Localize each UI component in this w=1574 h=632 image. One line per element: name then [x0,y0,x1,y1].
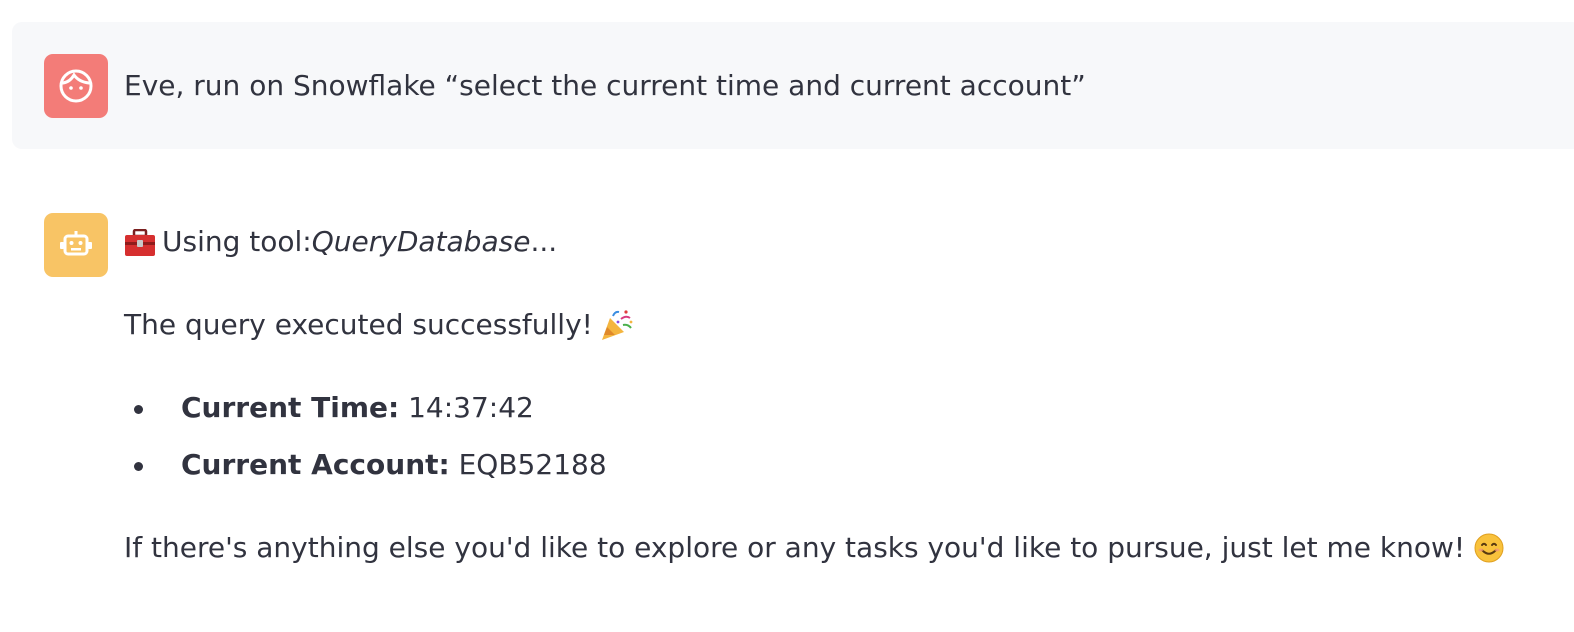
user-avatar [44,54,108,118]
success-message: The query executed successfully! [124,305,635,345]
assistant-avatar [44,213,108,277]
user-message-text: Eve, run on Snowflake “select the curren… [124,69,1086,102]
face-icon [59,69,93,103]
user-message: Eve, run on Snowflake “select the curren… [12,22,1574,149]
toolbox-icon [124,228,156,256]
tool-suffix: ... [530,225,558,258]
bullet-icon [134,462,143,471]
result-value: EQB52188 [449,448,607,481]
smiling-face-icon [1473,532,1505,564]
tool-prefix: Using tool: [162,225,312,258]
result-current-account: Current Account: EQB52188 [124,445,607,485]
result-value: 14:37:42 [399,391,534,424]
tool-usage-line: Using tool: QueryDatabase ... [124,222,557,262]
result-current-time: Current Time: 14:37:42 [124,388,607,428]
party-popper-icon [599,307,635,343]
bullet-icon [134,405,143,414]
chat-container: Eve, run on Snowflake “select the curren… [0,0,1574,632]
robot-icon [60,231,92,256]
tool-name: QueryDatabase [311,225,531,258]
query-results-list: Current Time: 14:37:42 Current Account: … [124,388,607,502]
closing-text: If there's anything else you'd like to e… [124,531,1466,564]
closing-message: If there's anything else you'd like to e… [124,528,1505,568]
success-text: The query executed successfully! [124,308,593,341]
result-key: Current Account: [181,448,450,481]
result-key: Current Time: [181,391,400,424]
